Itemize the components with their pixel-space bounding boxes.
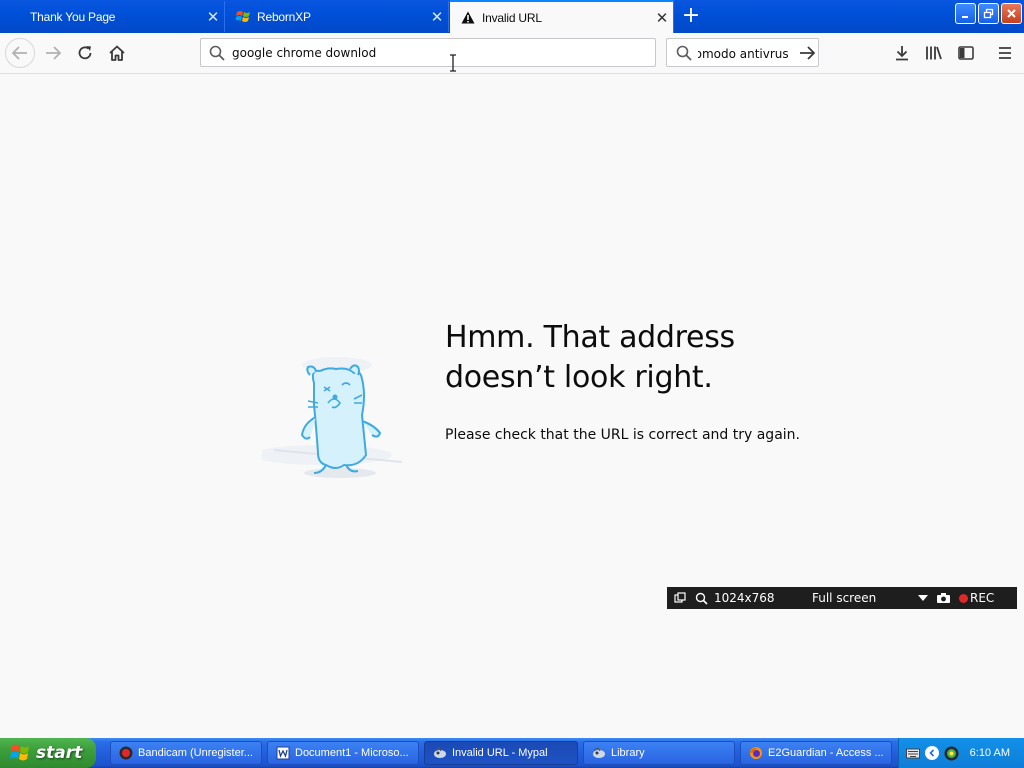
network-status-icon[interactable] [944,746,959,761]
error-illustration [262,357,403,478]
taskbar-button-label: Document1 - Microso... [295,747,409,759]
tab-label: RebornXP [257,9,311,24]
navigation-toolbar [0,33,1024,74]
windows-logo-icon [235,9,251,25]
system-tray: 6:10 AM [898,738,1024,768]
record-dot-icon [959,593,968,603]
taskbar: start Bandicam (Unregister... Document1 … [0,738,1024,768]
recorder-toolbar: 1024x768 Full screen REC [667,587,1017,609]
forward-arrow-icon [46,46,61,60]
restore-button[interactable] [978,3,999,24]
restore-icon [983,8,994,19]
start-button[interactable]: start [0,738,96,768]
zoom-icon[interactable] [695,592,708,605]
tab-thank-you-page[interactable]: Thank You Page ✕ [0,1,225,32]
search-input[interactable] [698,47,794,61]
tab-close-icon[interactable]: ✕ [426,8,448,26]
search-icon [676,45,692,61]
text-cursor-icon [450,54,456,72]
minimize-button[interactable] [955,3,976,24]
search-icon [209,45,225,61]
tab-close-icon[interactable]: ✕ [202,8,224,26]
search-go-arrow-icon[interactable] [799,45,815,60]
search-bar[interactable] [666,38,819,67]
taskbar-button-document1[interactable]: Document1 - Microso... [267,741,419,765]
chevron-left-icon [929,749,935,757]
tab-close-icon[interactable]: ✕ [651,9,673,27]
taskbar-button-library[interactable]: Library [583,741,735,765]
record-button[interactable]: REC [970,591,994,605]
home-icon [109,45,125,61]
window-select-icon[interactable] [674,592,686,604]
tab-strip: Thank You Page ✕ RebornXP ✕ Invalid URL … [0,0,1024,33]
taskbar-button-label: Library [611,747,645,759]
library-icon [593,747,605,758]
recorder-mode[interactable]: Full screen [812,591,916,605]
sidebar-button[interactable] [952,39,980,67]
tab-invalid-url[interactable]: Invalid URL ✕ [450,0,674,33]
bandicam-icon [119,746,133,760]
chevron-down-icon[interactable] [918,594,928,602]
forward-button[interactable] [39,39,67,67]
close-window-button[interactable] [1001,3,1022,24]
keyboard-icon[interactable] [906,747,920,759]
menu-button[interactable] [991,39,1019,67]
url-bar[interactable] [200,38,656,67]
start-label: start [36,743,83,763]
clock[interactable]: 6:10 AM [970,747,1010,759]
recorder-resolution: 1024x768 [714,591,775,605]
library-button[interactable] [920,39,948,67]
download-icon [896,46,908,61]
reload-button[interactable] [71,39,99,67]
new-tab-button[interactable]: + [680,5,702,27]
error-description: Please check that the URL is correct and… [445,427,800,443]
back-button[interactable] [5,38,35,68]
library-icon [926,46,942,60]
tab-label: Thank You Page [30,9,116,24]
reload-icon [78,46,92,60]
back-arrow-icon [12,46,27,60]
taskbar-button-label: Invalid URL - Mypal [452,747,548,759]
error-title: Hmm. That address doesn’t look right. [445,318,885,398]
taskbar-button-mypal[interactable]: Invalid URL - Mypal [424,741,578,765]
error-title-line1: Hmm. That address [445,320,735,355]
error-title-line2: doesn’t look right. [445,360,713,395]
tab-rebornxp[interactable]: RebornXP ✕ [225,1,449,32]
word-icon [276,746,290,760]
minimize-icon [962,16,968,18]
taskbar-button-label: E2Guardian - Access ... [768,747,884,759]
tab-label: Invalid URL [482,10,542,25]
close-icon [1007,9,1016,18]
url-input[interactable] [232,45,632,60]
mypal-icon [434,747,446,758]
warning-icon [460,10,476,26]
taskbar-button-bandicam[interactable]: Bandicam (Unregister... [110,741,262,765]
sidebar-icon [958,46,974,60]
hamburger-menu-icon [999,47,1011,59]
home-button[interactable] [103,39,131,67]
taskbar-button-label: Bandicam (Unregister... [138,747,253,759]
camera-icon[interactable] [936,592,951,604]
search-field-wrap [698,43,794,62]
show-hidden-icons-button[interactable] [925,746,939,760]
windows-logo-icon [10,744,29,761]
downloads-button[interactable] [888,39,916,67]
firefox-icon [750,747,762,759]
taskbar-button-e2guardian[interactable]: E2Guardian - Access ... [740,741,892,765]
